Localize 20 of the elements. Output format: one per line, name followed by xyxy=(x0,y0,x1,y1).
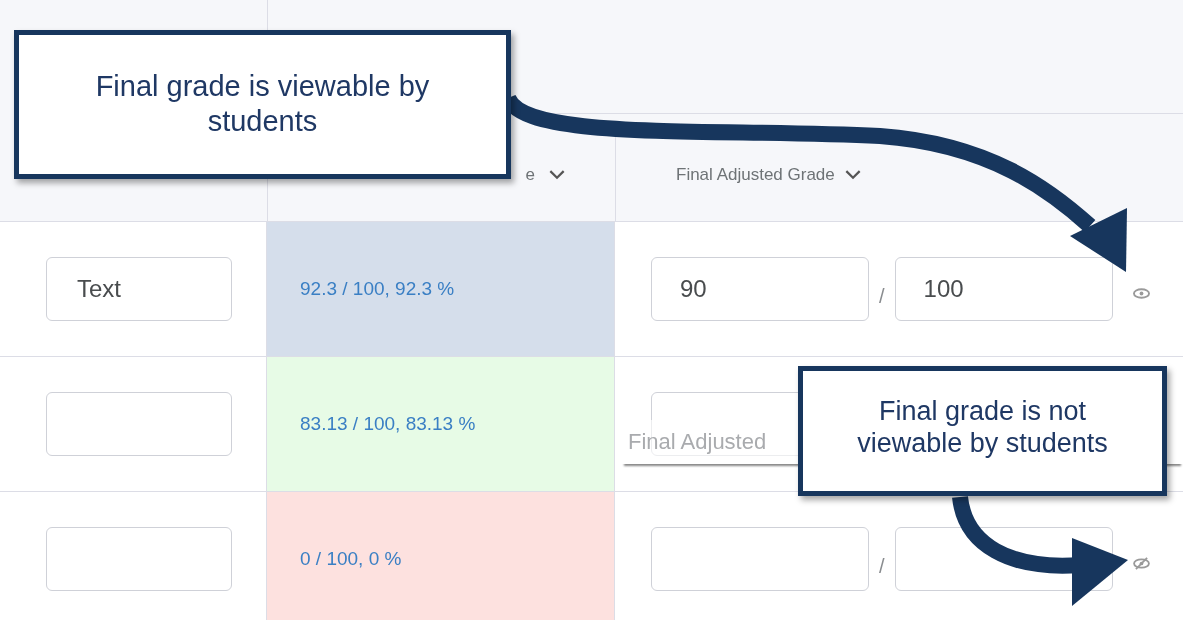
chevron-down-icon[interactable] xyxy=(844,169,861,180)
text-field[interactable] xyxy=(46,527,232,591)
text-field[interactable] xyxy=(46,392,232,456)
tooltip-text: Final Adjusted xyxy=(628,429,767,455)
grade-link[interactable]: 83.13 / 100, 83.13 % xyxy=(300,413,476,435)
text-field[interactable]: Text xyxy=(46,257,232,321)
eye-slash-icon[interactable] xyxy=(1132,556,1150,570)
numerator-field[interactable]: 90 xyxy=(651,257,869,321)
denominator-field[interactable]: 100 xyxy=(894,257,1113,321)
slash-separator: / xyxy=(879,554,885,578)
callout-text: Final grade is not viewable by students xyxy=(856,395,1109,461)
column-header[interactable]: e xyxy=(525,164,535,185)
column-header[interactable]: Final Adjusted Grade xyxy=(676,164,835,185)
grade-link[interactable]: 92.3 / 100, 92.3 % xyxy=(300,278,455,300)
slash-separator: / xyxy=(879,284,885,308)
eye-icon[interactable] xyxy=(1132,286,1150,300)
callout-text: Final grade is viewable by students xyxy=(94,69,431,139)
grade-link[interactable]: 0 / 100, 0 % xyxy=(300,548,402,570)
chevron-down-icon[interactable] xyxy=(549,169,565,180)
numerator-field[interactable] xyxy=(651,527,869,591)
